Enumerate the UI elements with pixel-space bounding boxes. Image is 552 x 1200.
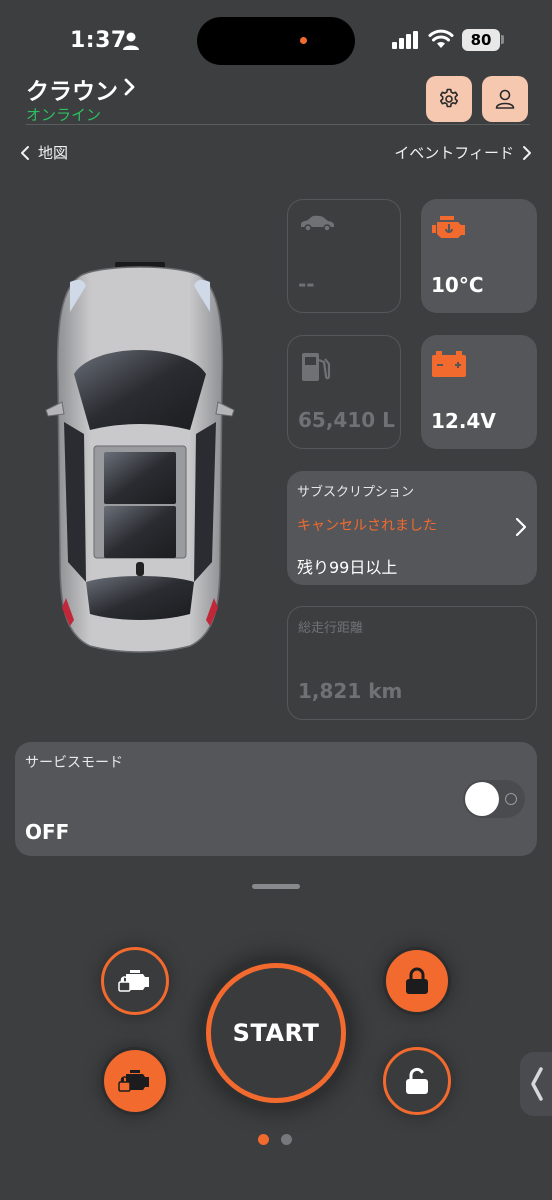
service-mode-toggle[interactable] xyxy=(463,780,525,818)
lock-button[interactable] xyxy=(383,947,451,1015)
car-icon xyxy=(301,215,334,232)
service-mode-card: サービスモード OFF xyxy=(15,742,537,856)
header-divider xyxy=(26,124,530,125)
toggle-knob xyxy=(465,782,499,816)
subscription-title: サブスクリプション xyxy=(297,485,415,500)
page-indicator xyxy=(258,1134,292,1145)
car-top-view-image xyxy=(45,262,235,653)
subscription-remaining: 残り99日以上 xyxy=(297,558,398,577)
chevron-right-icon xyxy=(515,517,527,537)
sheet-drag-handle[interactable] xyxy=(252,884,300,889)
toggle-off-indicator xyxy=(505,793,517,805)
odometer-title: 総走行距離 xyxy=(298,621,364,636)
chevron-right-icon[interactable] xyxy=(122,76,138,98)
unlock-icon xyxy=(406,1067,428,1094)
battery-tip xyxy=(501,35,504,44)
chevron-left-icon xyxy=(531,1067,543,1101)
event-feed-link[interactable]: イベントフィード xyxy=(394,142,532,163)
cellular-signal-icon xyxy=(392,31,418,49)
unlock-button[interactable] xyxy=(383,1047,451,1115)
subscription-tile[interactable]: サブスクリプション キャンセルされました 残り99日以上 xyxy=(287,471,537,585)
fuel-value: 65,410 L xyxy=(298,408,395,432)
page-dot-active[interactable] xyxy=(258,1134,269,1145)
start-button-ring: START xyxy=(206,963,346,1103)
battery-voltage-value: 12.4V xyxy=(431,409,496,433)
vehicle-name[interactable]: クラウン xyxy=(26,72,118,106)
battery-tile: 12.4V xyxy=(421,335,537,449)
engine-icon xyxy=(432,216,465,238)
car-status-tile: -- xyxy=(287,199,401,313)
map-link-label: 地図 xyxy=(38,144,69,162)
engine-stop-button[interactable] xyxy=(101,947,169,1015)
engine-start-lock-button[interactable] xyxy=(101,1047,169,1115)
start-label: START xyxy=(232,1019,320,1047)
odometer-tile: 総走行距離 1,821 km xyxy=(287,606,537,720)
service-mode-value: OFF xyxy=(25,820,70,844)
chevron-right-icon xyxy=(523,145,531,160)
subscription-status: キャンセルされました xyxy=(297,518,437,534)
page-dot[interactable] xyxy=(281,1134,292,1145)
start-button[interactable]: START xyxy=(200,957,352,1109)
battery-level: 80 xyxy=(462,29,500,51)
wifi-icon xyxy=(428,29,454,48)
person-icon xyxy=(495,89,515,109)
car-status-value: -- xyxy=(298,272,315,296)
dynamic-island xyxy=(197,17,355,65)
settings-button[interactable] xyxy=(426,76,472,122)
gear-icon xyxy=(439,88,459,108)
fuel-tile: 65,410 L xyxy=(287,335,401,449)
map-back-link[interactable]: 地図 xyxy=(20,142,68,163)
status-bar: 1:37 80 xyxy=(0,0,552,80)
privacy-indicator-dot xyxy=(300,37,307,44)
odometer-value: 1,821 km xyxy=(298,679,403,703)
engine-lock-icon xyxy=(118,1070,149,1092)
car-battery-icon xyxy=(432,351,466,377)
fuel-pump-icon xyxy=(302,353,331,381)
engine-lock-icon xyxy=(118,970,149,992)
account-button[interactable] xyxy=(482,76,528,122)
chevron-left-icon xyxy=(21,145,29,160)
engine-temp-tile: 10°C xyxy=(421,199,537,313)
connection-status: オンライン xyxy=(26,106,102,124)
status-time: 1:37 xyxy=(70,28,127,53)
service-mode-title: サービスモード xyxy=(25,755,123,771)
person-status-icon xyxy=(123,32,139,50)
event-feed-label: イベントフィード xyxy=(394,144,514,162)
lock-icon xyxy=(406,967,428,994)
engine-temp-value: 10°C xyxy=(431,273,484,297)
